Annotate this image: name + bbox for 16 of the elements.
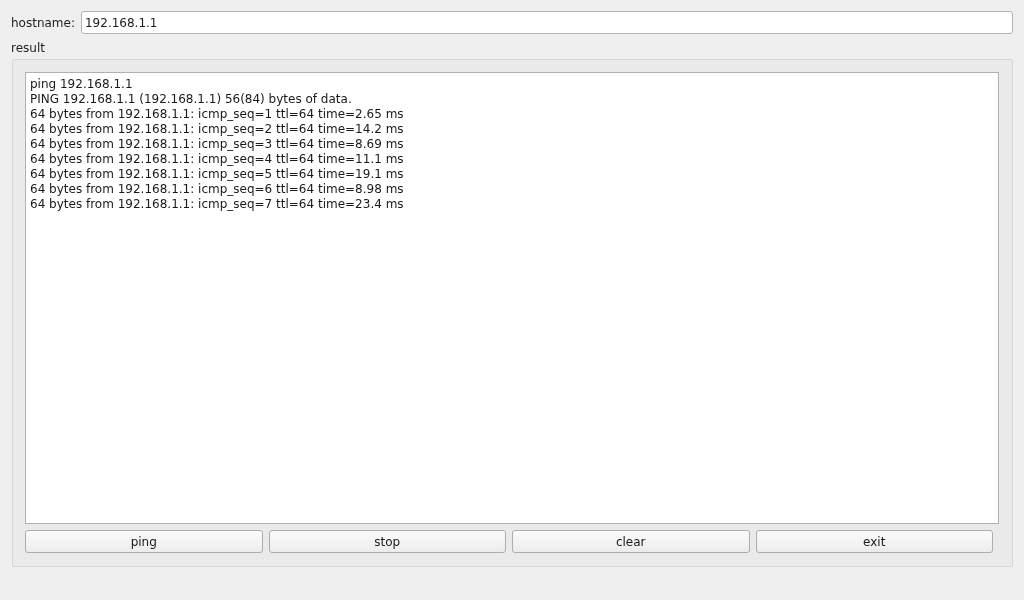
- output-line: 64 bytes from 192.168.1.1: icmp_seq=1 ttl=64 time=2.65 ms: [30, 107, 404, 122]
- push-button[interactable]: clear: [512, 530, 750, 553]
- push-button[interactable]: stop: [268, 530, 506, 553]
- output-line: 64 bytes from 192.168.1.1: icmp_seq=3 ttl=64 time=8.69 ms: [30, 137, 404, 152]
- result-label: result: [11, 41, 45, 55]
- output-line: ping 192.168.1.1: [30, 77, 133, 92]
- push-button[interactable]: exit: [755, 530, 993, 553]
- output-line: 64 bytes from 192.168.1.1: icmp_seq=4 ttl=64 time=11.1 ms: [30, 152, 404, 167]
- output-line: 64 bytes from 192.168.1.1: icmp_seq=2 ttl=64 time=14.2 ms: [30, 122, 404, 137]
- output-line: 64 bytes from 192.168.1.1: icmp_seq=7 ttl=64 time=23.4 ms: [30, 197, 404, 212]
- hostname-label: hostname:: [11, 15, 75, 30]
- output-line: 64 bytes from 192.168.1.1: icmp_seq=5 ttl=64 time=19.1 ms: [30, 167, 404, 182]
- hostname-field[interactable]: 192.168.1.1: [81, 11, 1013, 34]
- output-line: PING 192.168.1.1 (192.168.1.1) 56(84) bytes of data.: [30, 92, 352, 107]
- output-line: 64 bytes from 192.168.1.1: icmp_seq=6 ttl=64 time=8.98 ms: [30, 182, 404, 197]
- push-button[interactable]: ping: [25, 530, 263, 553]
